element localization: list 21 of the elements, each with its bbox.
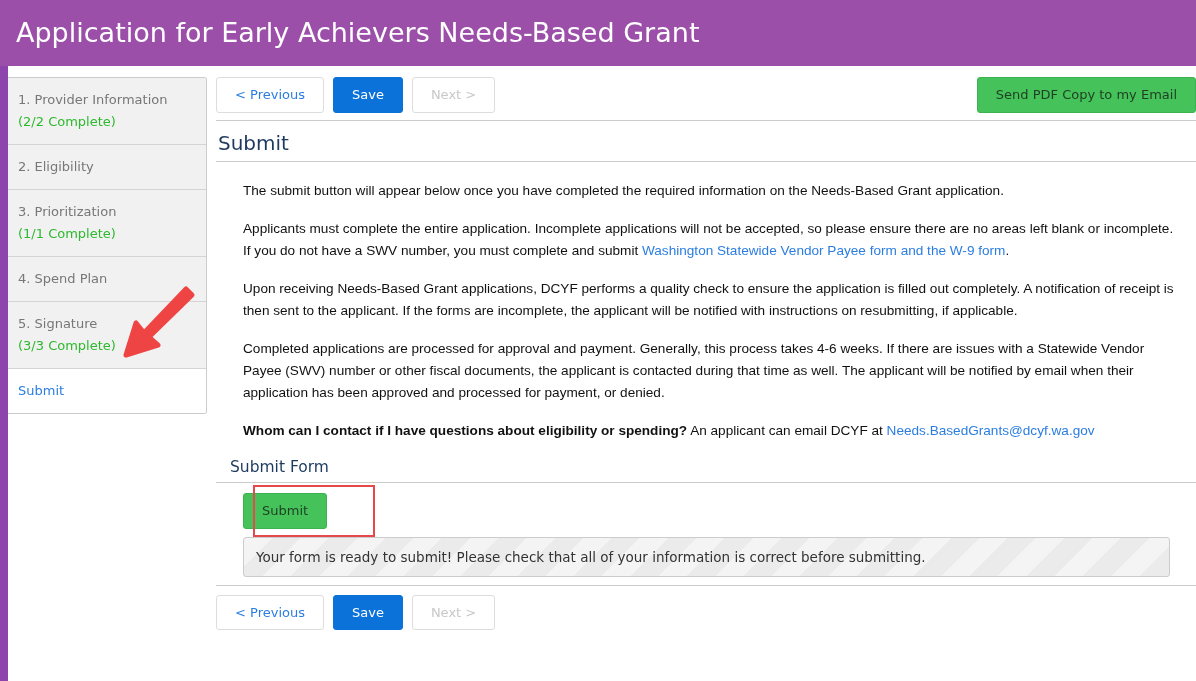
paragraph: The submit button will appear below once you have completed the required information on the Needs-Based Grant application. [243, 181, 1005, 200]
save-button[interactable]: Save [332, 594, 403, 631]
paragraph: Upon receiving Needs-Based Grant applications, DCYF performs a quality check to ensure the application is filled out completely. A notification of receipt is then sent to the applicant. If the forms are incomplete, the applicant will be notified with instructions on resubmitting, if applicable. [243, 279, 1175, 320]
ready-message: Your form is ready to submit! Please check that all of your information is correct before submitting. [243, 536, 1170, 577]
section-title: Submit Form [216, 457, 1196, 484]
paragraph: Applicants must complete the entire application. Incomplete applications will not be accepted, so please ensure there are no areas left blank or incomplete. If you do not have a SWV number, you must complete and submit Washington Statewide Vendor Payee form and the W-9 form. [243, 219, 1175, 260]
save-button[interactable]: Save [332, 77, 403, 113]
sidebar-item[interactable]: 2. Eligibility [8, 145, 206, 190]
link[interactable]: Needs.BasedGrants@dcyf.wa.gov [886, 422, 1095, 438]
paragraph: Whom can I contact if I have questions about eligibility or spending? An applicant can email DCYF at Needs.BasedGrants@dcyf.wa.gov [243, 421, 1096, 440]
previous-button[interactable]: < Previous [216, 77, 324, 113]
section-title: Submit [216, 120, 1196, 162]
sidebar-item[interactable]: 1. Provider Information (2/2 Complete) [8, 78, 206, 145]
email-pdf-button[interactable]: Send PDF Copy to my Email [976, 77, 1196, 113]
sidebar-item[interactable]: 3. Prioritization (1/1 Complete) [8, 190, 206, 257]
paragraph: Completed applications are processed for approval and payment. Generally, this process takes 4-6 weeks. If there are issues with a Statewide Vendor Payee (SWV) number or other fiscal documents, the applicant is contacted during that time as well. The applicant will be notified by email when their application has been approved and processed for payment, or denied. [243, 339, 1146, 402]
sidebar-item[interactable]: 5. Signature (3/3 Complete) [8, 302, 206, 369]
submit-button[interactable]: Submit [243, 493, 328, 529]
previous-button[interactable]: < Previous [216, 594, 324, 631]
page-title: Application for Early Achievers Needs-Based Grant [15, 16, 700, 50]
sidebar-item[interactable]: 4. Spend Plan [8, 257, 206, 302]
